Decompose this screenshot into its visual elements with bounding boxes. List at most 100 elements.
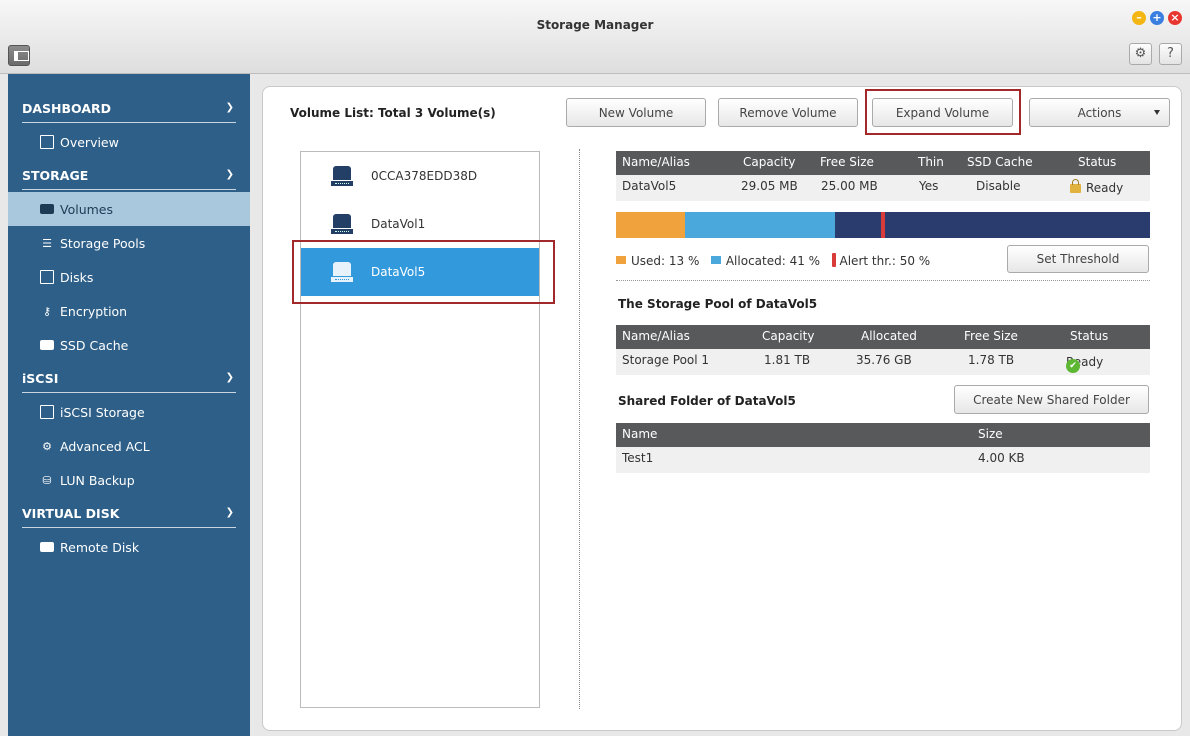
table-cell: Test1 <box>622 451 654 465</box>
window-controls: – + × <box>1132 11 1182 25</box>
volume-item-0cca378edd38d[interactable]: 0CCA378EDD38D <box>301 152 539 200</box>
remove-volume-button[interactable]: Remove Volume <box>718 98 858 127</box>
volume-name: 0CCA378EDD38D <box>371 169 478 183</box>
help-icon[interactable]: ? <box>1159 43 1182 65</box>
remote-disk-icon <box>40 542 54 552</box>
sidebar-item-label: LUN Backup <box>60 472 135 488</box>
settings-gear-icon[interactable]: ⚙ <box>1129 43 1152 65</box>
volume-list-title: Volume List: Total 3 Volume(s) <box>290 106 496 120</box>
column-header: Capacity <box>762 329 815 343</box>
table-cell: Disable <box>976 179 1021 193</box>
sidebar-item-storage-pools[interactable]: ☰ Storage Pools <box>8 226 250 260</box>
sidebar-toggle-button[interactable] <box>8 45 30 66</box>
section-storage[interactable]: STORAGE ❯ <box>8 159 250 192</box>
title-bar: Storage Manager – + × ⚙ ? <box>0 0 1190 74</box>
section-virtual-disk[interactable]: VIRTUAL DISK ❯ <box>8 497 250 530</box>
allocated-segment <box>685 212 835 238</box>
volume-table-row[interactable]: DataVol5 29.05 MB 25.00 MB Yes Disable R… <box>616 175 1150 201</box>
status-ready: Ready <box>1070 179 1124 195</box>
table-cell: DataVol5 <box>622 179 677 193</box>
sidebar: DASHBOARD ❯ Overview STORAGE ❯ Volumes ☰… <box>8 74 250 736</box>
iscsi-icon <box>40 405 54 419</box>
sidebar-item-label: Storage Pools <box>60 235 146 251</box>
sidebar-item-label: SSD Cache <box>60 337 129 353</box>
lock-icon <box>1070 179 1081 193</box>
usage-bar <box>616 212 1150 238</box>
column-header: Name/Alias <box>622 155 690 169</box>
sidebar-item-ssd-cache[interactable]: SSD Cache <box>8 328 250 362</box>
sidebar-item-label: Encryption <box>60 303 128 319</box>
key-icon: ⚷ <box>42 304 52 318</box>
column-header: Status <box>1070 329 1109 343</box>
column-header: Free Size <box>964 329 1018 343</box>
sidebar-item-encryption[interactable]: ⚷ Encryption <box>8 294 250 328</box>
drive-icon <box>40 204 54 214</box>
alert-threshold-marker <box>881 212 885 238</box>
section-title: DASHBOARD <box>22 101 112 116</box>
chevron-down-icon[interactable]: ❯ <box>226 169 234 180</box>
close-icon[interactable]: × <box>1168 11 1182 25</box>
used-legend-swatch <box>616 256 626 264</box>
set-threshold-button[interactable]: Set Threshold <box>1007 245 1149 273</box>
section-title: VIRTUAL DISK <box>22 506 120 521</box>
section-dashboard[interactable]: DASHBOARD ❯ <box>8 92 250 125</box>
drive-icon <box>331 214 353 234</box>
column-header: SSD Cache <box>967 155 1033 169</box>
column-header: Name/Alias <box>622 329 690 343</box>
chevron-down-icon[interactable]: ❯ <box>226 372 234 383</box>
section-iscsi[interactable]: iSCSI ❯ <box>8 362 250 395</box>
sidebar-item-label: Volumes <box>60 201 114 217</box>
sidebar-item-label: Overview <box>60 134 119 150</box>
table-cell: 4.00 KB <box>978 451 1025 465</box>
used-segment <box>616 212 685 238</box>
sidebar-item-advanced-acl[interactable]: ⚙ Advanced ACL <box>8 429 250 463</box>
maximize-icon[interactable]: + <box>1150 11 1164 25</box>
chevron-down-icon[interactable]: ❯ <box>226 102 234 113</box>
status-text: Ready <box>1086 181 1124 195</box>
column-header: Thin <box>918 155 944 169</box>
actions-dropdown[interactable]: Actions <box>1029 98 1170 127</box>
sidebar-item-iscsi-storage[interactable]: iSCSI Storage <box>8 395 250 429</box>
overview-icon <box>40 135 54 149</box>
new-volume-button[interactable]: New Volume <box>566 98 706 127</box>
gear-icon: ⚙ <box>42 439 52 453</box>
table-cell: Yes <box>919 179 939 193</box>
allocated-label: Allocated: 41 % <box>725 254 821 268</box>
sidebar-item-label: Advanced ACL <box>60 438 150 454</box>
alert-legend-swatch <box>831 253 836 267</box>
ssd-icon <box>40 340 54 350</box>
chevron-down-icon[interactable]: ❯ <box>226 507 234 518</box>
section-title: STORAGE <box>22 168 89 183</box>
allocated-legend-swatch <box>710 256 721 264</box>
backup-icon: ⛁ <box>42 473 52 487</box>
sidebar-item-label: Disks <box>60 269 94 285</box>
shared-folder-title: Shared Folder of DataVol5 <box>618 394 796 408</box>
sidebar-item-lun-backup[interactable]: ⛁ LUN Backup <box>8 463 250 497</box>
list-icon: ☰ <box>42 236 52 250</box>
dropdown-caret-icon <box>1154 110 1160 115</box>
selected-volume-highlight <box>292 240 555 304</box>
sidebar-item-remote-disk[interactable]: Remote Disk <box>8 530 250 564</box>
section-title: iSCSI <box>22 371 59 386</box>
sidebar-item-disks[interactable]: Disks <box>8 260 250 294</box>
pool-table-row[interactable]: Storage Pool 1 1.81 TB 35.76 GB 1.78 TB … <box>616 349 1150 375</box>
window-title: Storage Manager <box>536 18 654 32</box>
drive-icon <box>331 166 353 186</box>
column-header: Free Size <box>820 155 874 169</box>
pool-table-header: Name/Alias Capacity Allocated Free Size … <box>616 325 1150 349</box>
create-shared-folder-button[interactable]: Create New Shared Folder <box>954 385 1149 414</box>
volume-table-header: Name/Alias Capacity Free Size Thin SSD C… <box>616 151 1150 175</box>
shared-table-row[interactable]: Test1 4.00 KB <box>616 447 1150 473</box>
pool-section-title: The Storage Pool of DataVol5 <box>618 297 818 311</box>
panel-divider <box>579 149 580 709</box>
sidebar-item-overview[interactable]: Overview <box>8 125 250 159</box>
section-separator <box>616 280 1150 281</box>
check-icon: ✔ <box>1066 359 1080 373</box>
column-header: Allocated <box>861 329 917 343</box>
table-cell: 35.76 GB <box>856 353 912 367</box>
minimize-icon[interactable]: – <box>1132 11 1146 25</box>
sidebar-item-volumes[interactable]: Volumes <box>8 192 250 226</box>
sidebar-item-label: iSCSI Storage <box>60 404 145 420</box>
column-header: Name <box>622 427 658 441</box>
column-header: Capacity <box>743 155 796 169</box>
